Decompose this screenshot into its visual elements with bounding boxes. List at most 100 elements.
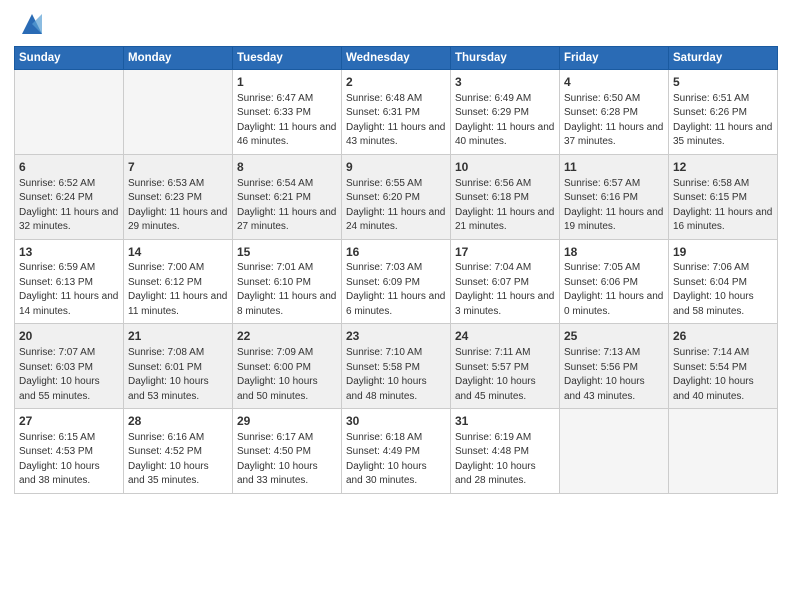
- day-info: Sunrise: 6:18 AM Sunset: 4:49 PM Dayligh…: [346, 431, 446, 489]
- day-number: 22: [237, 328, 337, 345]
- calendar-cell: 29Sunrise: 6:17 AM Sunset: 4:50 PM Dayli…: [233, 409, 342, 494]
- day-header-thursday: Thursday: [451, 47, 560, 70]
- calendar-cell: 14Sunrise: 7:00 AM Sunset: 6:12 PM Dayli…: [124, 239, 233, 324]
- day-info: Sunrise: 7:06 AM Sunset: 6:04 PM Dayligh…: [673, 261, 773, 319]
- day-header-saturday: Saturday: [669, 47, 778, 70]
- calendar-cell: 12Sunrise: 6:58 AM Sunset: 6:15 PM Dayli…: [669, 154, 778, 239]
- day-info: Sunrise: 7:14 AM Sunset: 5:54 PM Dayligh…: [673, 346, 773, 404]
- day-info: Sunrise: 6:16 AM Sunset: 4:52 PM Dayligh…: [128, 431, 228, 489]
- day-info: Sunrise: 6:56 AM Sunset: 6:18 PM Dayligh…: [455, 177, 555, 235]
- calendar-cell: 6Sunrise: 6:52 AM Sunset: 6:24 PM Daylig…: [15, 154, 124, 239]
- calendar-week-row: 27Sunrise: 6:15 AM Sunset: 4:53 PM Dayli…: [15, 409, 778, 494]
- day-info: Sunrise: 6:58 AM Sunset: 6:15 PM Dayligh…: [673, 177, 773, 235]
- calendar-cell: 1Sunrise: 6:47 AM Sunset: 6:33 PM Daylig…: [233, 70, 342, 155]
- calendar-cell: [124, 70, 233, 155]
- day-info: Sunrise: 6:15 AM Sunset: 4:53 PM Dayligh…: [19, 431, 119, 489]
- day-info: Sunrise: 7:05 AM Sunset: 6:06 PM Dayligh…: [564, 261, 664, 319]
- calendar-cell: 22Sunrise: 7:09 AM Sunset: 6:00 PM Dayli…: [233, 324, 342, 409]
- day-number: 1: [237, 74, 337, 91]
- calendar-cell: 9Sunrise: 6:55 AM Sunset: 6:20 PM Daylig…: [342, 154, 451, 239]
- day-info: Sunrise: 7:11 AM Sunset: 5:57 PM Dayligh…: [455, 346, 555, 404]
- calendar-week-row: 1Sunrise: 6:47 AM Sunset: 6:33 PM Daylig…: [15, 70, 778, 155]
- day-info: Sunrise: 6:52 AM Sunset: 6:24 PM Dayligh…: [19, 177, 119, 235]
- day-number: 2: [346, 74, 446, 91]
- day-info: Sunrise: 7:01 AM Sunset: 6:10 PM Dayligh…: [237, 261, 337, 319]
- calendar-cell: [669, 409, 778, 494]
- day-header-friday: Friday: [560, 47, 669, 70]
- day-info: Sunrise: 6:51 AM Sunset: 6:26 PM Dayligh…: [673, 92, 773, 150]
- day-header-wednesday: Wednesday: [342, 47, 451, 70]
- day-info: Sunrise: 6:57 AM Sunset: 6:16 PM Dayligh…: [564, 177, 664, 235]
- day-info: Sunrise: 7:13 AM Sunset: 5:56 PM Dayligh…: [564, 346, 664, 404]
- day-number: 17: [455, 244, 555, 261]
- day-number: 25: [564, 328, 664, 345]
- calendar-cell: 25Sunrise: 7:13 AM Sunset: 5:56 PM Dayli…: [560, 324, 669, 409]
- day-number: 5: [673, 74, 773, 91]
- logo-icon: [18, 10, 46, 38]
- calendar-cell: [15, 70, 124, 155]
- day-number: 12: [673, 159, 773, 176]
- calendar-cell: 17Sunrise: 7:04 AM Sunset: 6:07 PM Dayli…: [451, 239, 560, 324]
- day-header-sunday: Sunday: [15, 47, 124, 70]
- day-info: Sunrise: 6:48 AM Sunset: 6:31 PM Dayligh…: [346, 92, 446, 150]
- day-header-tuesday: Tuesday: [233, 47, 342, 70]
- calendar-cell: 18Sunrise: 7:05 AM Sunset: 6:06 PM Dayli…: [560, 239, 669, 324]
- day-info: Sunrise: 6:19 AM Sunset: 4:48 PM Dayligh…: [455, 431, 555, 489]
- calendar-week-row: 13Sunrise: 6:59 AM Sunset: 6:13 PM Dayli…: [15, 239, 778, 324]
- day-number: 29: [237, 413, 337, 430]
- day-number: 16: [346, 244, 446, 261]
- calendar-week-row: 6Sunrise: 6:52 AM Sunset: 6:24 PM Daylig…: [15, 154, 778, 239]
- day-number: 20: [19, 328, 119, 345]
- day-header-monday: Monday: [124, 47, 233, 70]
- day-number: 4: [564, 74, 664, 91]
- day-info: Sunrise: 7:09 AM Sunset: 6:00 PM Dayligh…: [237, 346, 337, 404]
- day-number: 31: [455, 413, 555, 430]
- calendar-cell: 15Sunrise: 7:01 AM Sunset: 6:10 PM Dayli…: [233, 239, 342, 324]
- day-number: 21: [128, 328, 228, 345]
- calendar-cell: 13Sunrise: 6:59 AM Sunset: 6:13 PM Dayli…: [15, 239, 124, 324]
- calendar-cell: 28Sunrise: 6:16 AM Sunset: 4:52 PM Dayli…: [124, 409, 233, 494]
- day-number: 8: [237, 159, 337, 176]
- day-info: Sunrise: 7:08 AM Sunset: 6:01 PM Dayligh…: [128, 346, 228, 404]
- day-info: Sunrise: 7:03 AM Sunset: 6:09 PM Dayligh…: [346, 261, 446, 319]
- calendar-cell: 27Sunrise: 6:15 AM Sunset: 4:53 PM Dayli…: [15, 409, 124, 494]
- day-info: Sunrise: 6:54 AM Sunset: 6:21 PM Dayligh…: [237, 177, 337, 235]
- day-number: 24: [455, 328, 555, 345]
- calendar-cell: 3Sunrise: 6:49 AM Sunset: 6:29 PM Daylig…: [451, 70, 560, 155]
- calendar-cell: 26Sunrise: 7:14 AM Sunset: 5:54 PM Dayli…: [669, 324, 778, 409]
- day-info: Sunrise: 6:50 AM Sunset: 6:28 PM Dayligh…: [564, 92, 664, 150]
- calendar-cell: 5Sunrise: 6:51 AM Sunset: 6:26 PM Daylig…: [669, 70, 778, 155]
- day-info: Sunrise: 6:17 AM Sunset: 4:50 PM Dayligh…: [237, 431, 337, 489]
- calendar-cell: 23Sunrise: 7:10 AM Sunset: 5:58 PM Dayli…: [342, 324, 451, 409]
- calendar-cell: 19Sunrise: 7:06 AM Sunset: 6:04 PM Dayli…: [669, 239, 778, 324]
- day-number: 28: [128, 413, 228, 430]
- day-info: Sunrise: 6:59 AM Sunset: 6:13 PM Dayligh…: [19, 261, 119, 319]
- day-number: 19: [673, 244, 773, 261]
- day-number: 30: [346, 413, 446, 430]
- day-number: 10: [455, 159, 555, 176]
- calendar-cell: [560, 409, 669, 494]
- calendar-cell: 24Sunrise: 7:11 AM Sunset: 5:57 PM Dayli…: [451, 324, 560, 409]
- day-number: 11: [564, 159, 664, 176]
- day-info: Sunrise: 6:49 AM Sunset: 6:29 PM Dayligh…: [455, 92, 555, 150]
- calendar-week-row: 20Sunrise: 7:07 AM Sunset: 6:03 PM Dayli…: [15, 324, 778, 409]
- calendar-cell: 20Sunrise: 7:07 AM Sunset: 6:03 PM Dayli…: [15, 324, 124, 409]
- day-info: Sunrise: 6:53 AM Sunset: 6:23 PM Dayligh…: [128, 177, 228, 235]
- header: [14, 10, 778, 38]
- calendar-cell: 21Sunrise: 7:08 AM Sunset: 6:01 PM Dayli…: [124, 324, 233, 409]
- logo: [14, 10, 46, 38]
- day-number: 9: [346, 159, 446, 176]
- day-number: 27: [19, 413, 119, 430]
- day-number: 3: [455, 74, 555, 91]
- day-number: 23: [346, 328, 446, 345]
- calendar-cell: 30Sunrise: 6:18 AM Sunset: 4:49 PM Dayli…: [342, 409, 451, 494]
- day-info: Sunrise: 7:00 AM Sunset: 6:12 PM Dayligh…: [128, 261, 228, 319]
- day-info: Sunrise: 6:55 AM Sunset: 6:20 PM Dayligh…: [346, 177, 446, 235]
- calendar-cell: 10Sunrise: 6:56 AM Sunset: 6:18 PM Dayli…: [451, 154, 560, 239]
- calendar-cell: 16Sunrise: 7:03 AM Sunset: 6:09 PM Dayli…: [342, 239, 451, 324]
- calendar-cell: 11Sunrise: 6:57 AM Sunset: 6:16 PM Dayli…: [560, 154, 669, 239]
- calendar-cell: 4Sunrise: 6:50 AM Sunset: 6:28 PM Daylig…: [560, 70, 669, 155]
- calendar-table: SundayMondayTuesdayWednesdayThursdayFrid…: [14, 46, 778, 494]
- page: SundayMondayTuesdayWednesdayThursdayFrid…: [0, 0, 792, 612]
- day-info: Sunrise: 6:47 AM Sunset: 6:33 PM Dayligh…: [237, 92, 337, 150]
